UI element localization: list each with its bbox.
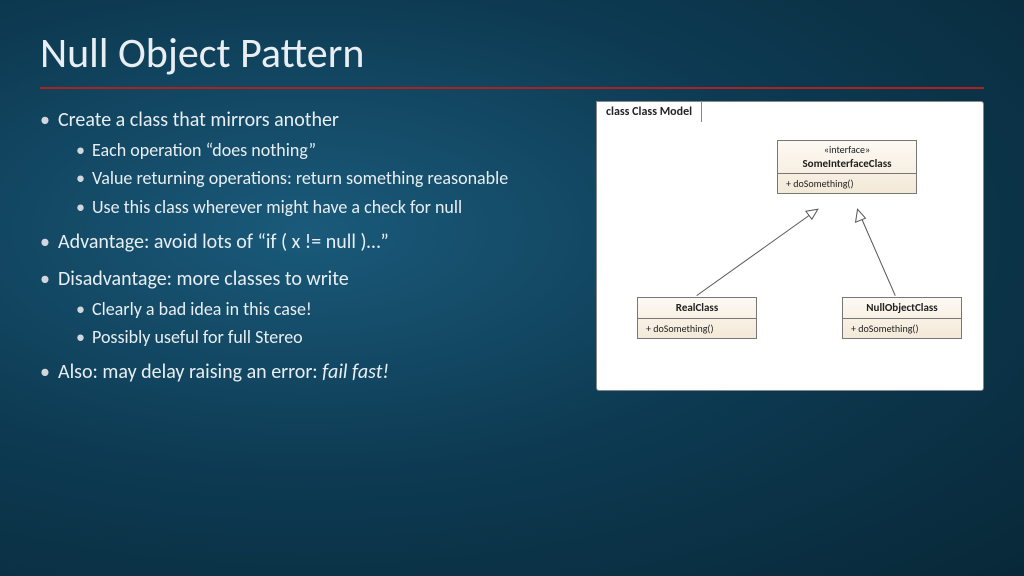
uml-interface-name: SomeInterfaceClass — [786, 157, 908, 171]
bullet-1b: Value returning operations: return somet… — [58, 166, 582, 190]
bullet-2: Advantage: avoid lots of “if ( x != null… — [40, 229, 582, 256]
uml-nullclass-op: + doSomething() — [843, 319, 961, 338]
uml-interface-op: + doSomething() — [778, 174, 916, 193]
bullet-4: Also: may delay raising an error: fail f… — [40, 359, 582, 386]
uml-interface-box: «interface» SomeInterfaceClass + doSomet… — [777, 140, 917, 194]
bullet-1c: Use this class wherever might have a che… — [58, 195, 582, 219]
uml-realclass-op: + doSomething() — [638, 319, 756, 338]
bullet-1: Create a class that mirrors another Each… — [40, 107, 582, 219]
uml-interface-header: «interface» SomeInterfaceClass — [778, 141, 916, 174]
bullet-1-text: Create a class that mirrors another — [58, 108, 339, 132]
uml-realclass-name: RealClass — [646, 301, 748, 315]
bullet-3-text: Disadvantage: more classes to write — [58, 267, 349, 291]
uml-nullclass-name: NullObjectClass — [851, 301, 953, 315]
content-area: Create a class that mirrors another Each… — [40, 107, 984, 396]
uml-frame-label: class Class Model — [596, 101, 702, 122]
uml-nullclass-box: NullObjectClass + doSomething() — [842, 297, 962, 339]
bullet-3: Disadvantage: more classes to write Clea… — [40, 266, 582, 350]
uml-frame: class Class Model «interface» SomeInterf… — [596, 101, 984, 391]
title-underline — [40, 87, 984, 89]
bullet-4-prefix: Also: may delay raising an error: — [58, 360, 322, 384]
bullet-3b: Possibly useful for full Stereo — [58, 325, 582, 349]
diagram-column: class Class Model «interface» SomeInterf… — [596, 101, 984, 396]
bullet-4-emphasis: fail fast! — [322, 360, 389, 384]
bullet-1a: Each operation “does nothing” — [58, 138, 582, 162]
uml-nullclass-header: NullObjectClass — [843, 298, 961, 319]
bullet-column: Create a class that mirrors another Each… — [40, 107, 582, 396]
slide-title: Null Object Pattern — [40, 28, 984, 79]
bullet-3a: Clearly a bad idea in this case! — [58, 297, 582, 321]
uml-realclass-header: RealClass — [638, 298, 756, 319]
uml-realclass-box: RealClass + doSomething() — [637, 297, 757, 339]
uml-interface-stereotype: «interface» — [786, 144, 908, 157]
